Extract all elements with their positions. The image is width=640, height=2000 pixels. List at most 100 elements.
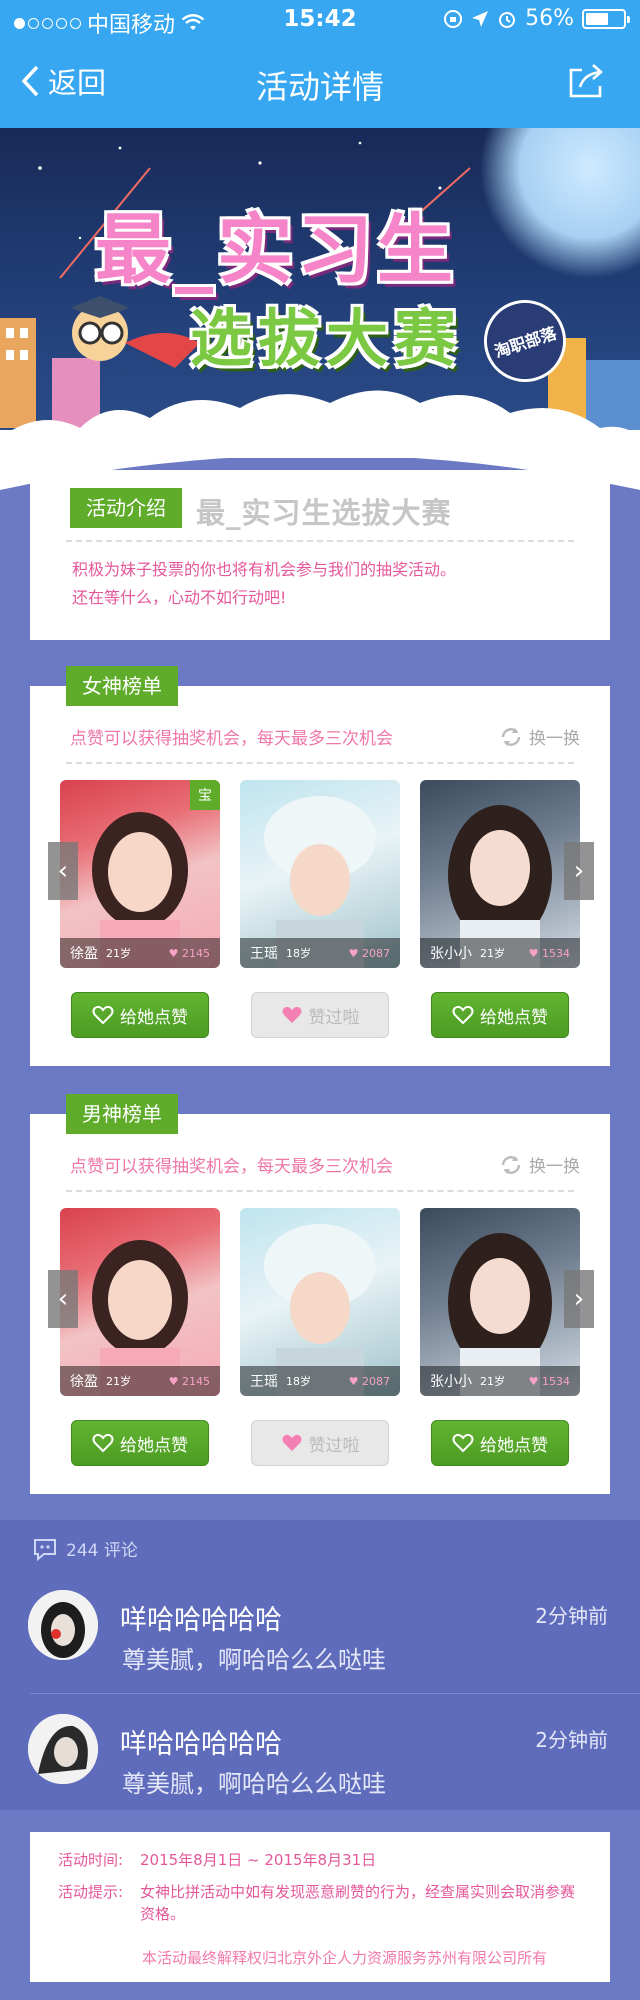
photo-caption: 徐盈 21岁 ♥ 2145 xyxy=(60,938,220,968)
contestant-photo[interactable]: 张小小 21岁 ♥ 1534 xyxy=(420,780,580,968)
rotation-lock-icon xyxy=(444,9,463,28)
like-button[interactable]: 给她点赞 xyxy=(431,1420,569,1466)
like-count: ♥ 2087 xyxy=(348,1374,390,1388)
corner-badge: 宝 xyxy=(190,780,220,810)
like-count-value: 2145 xyxy=(182,1374,210,1388)
divider xyxy=(66,540,574,542)
like-count-value: 2145 xyxy=(182,946,210,960)
intro-title: 最_实习生选拔大赛 xyxy=(196,496,452,530)
like-count-value: 1534 xyxy=(542,1374,570,1388)
divider xyxy=(66,1190,574,1192)
like-button[interactable]: 给她点赞 xyxy=(431,992,569,1038)
like-button[interactable]: 给她点赞 xyxy=(71,1420,209,1466)
liked-button[interactable]: 赞过啦 xyxy=(251,992,389,1038)
intro-line-2: 还在等什么，心动不如行动吧! xyxy=(72,588,287,607)
status-right: 56% xyxy=(443,6,630,31)
activity-time-value: 2015年8月1日 ~ 2015年8月31日 xyxy=(140,1851,377,1869)
like-button-label: 给她点赞 xyxy=(480,1007,548,1028)
male-board-card: 男神榜单 点赞可以获得抽奖机会，每天最多三次机会 换一换 徐盈 21岁 ♥ 2145… xyxy=(30,1094,610,1494)
hero-banner: 最_实习生 选拔大赛 淘职部落 xyxy=(0,128,640,458)
comment-time: 2分钟前 xyxy=(535,1604,608,1628)
liked-button-label: 赞过啦 xyxy=(308,1435,360,1456)
photo-caption: 王瑶 18岁 ♥ 2087 xyxy=(240,938,400,968)
banner-title: 最_实习生 xyxy=(95,205,457,294)
avatar-image xyxy=(28,1714,98,1784)
prev-arrow[interactable]: ‹ xyxy=(48,1270,78,1328)
like-count-value: 1534 xyxy=(542,946,570,960)
avatar xyxy=(28,1590,98,1660)
contestant-age: 21岁 xyxy=(106,947,131,960)
contestant-age: 18岁 xyxy=(286,947,311,960)
next-arrow[interactable]: › xyxy=(564,1270,594,1328)
page-title: 活动详情 xyxy=(255,68,384,106)
contestant-name: 王瑶 xyxy=(250,1374,278,1390)
contestant-photo[interactable]: 王瑶 18岁 ♥ 2087 xyxy=(240,780,400,968)
male-board-tag: 男神榜单 xyxy=(66,1094,178,1134)
refresh-button[interactable]: 换一换 xyxy=(499,1152,580,1177)
contestant-name: 徐盈 xyxy=(70,1374,98,1390)
contestant-photo[interactable]: 宝 徐盈 21岁 ♥ 2145 xyxy=(60,780,220,968)
refresh-button[interactable]: 换一换 xyxy=(499,724,580,749)
photo-caption: 王瑶 18岁 ♥ 2087 xyxy=(240,1366,400,1396)
commenter-name: 咩哈哈哈哈哈 xyxy=(120,1729,282,1760)
contestant-age: 21岁 xyxy=(106,1375,131,1388)
photo-caption: 徐盈 21岁 ♥ 2145 xyxy=(60,1366,220,1396)
refresh-icon xyxy=(501,727,521,746)
heart-icon xyxy=(282,1434,301,1451)
comment-time: 2分钟前 xyxy=(535,1728,608,1752)
status-bar: 中国移动 15:42 56% xyxy=(0,0,640,40)
disclaimer: 本活动最终解释权归北京外企人力资源服务苏州有限公司所有 xyxy=(142,1949,548,1967)
board-hint: 点赞可以获得抽奖机会，每天最多三次机会 xyxy=(70,729,393,749)
activity-tip-value: 女神比拼活动中如有发现恶意刷赞的行为，经查属实则会取消参赛资格。 xyxy=(140,1882,576,1923)
female-board-tag: 女神榜单 xyxy=(66,666,178,706)
refresh-label: 换一换 xyxy=(529,729,580,749)
heart-icon xyxy=(92,1005,114,1025)
contestant-name: 王瑶 xyxy=(250,946,278,962)
photo-caption: 张小小 21岁 ♥ 1534 xyxy=(420,938,580,968)
commenter-name: 咩哈哈哈哈哈 xyxy=(120,1605,282,1636)
like-button-label: 给她点赞 xyxy=(120,1007,188,1028)
refresh-label: 换一换 xyxy=(529,1157,580,1177)
heart-icon xyxy=(92,1433,114,1453)
comment-count: 244 评论 xyxy=(66,1541,138,1561)
contestant-age: 21岁 xyxy=(480,947,505,960)
contestant-photo[interactable]: 徐盈 21岁 ♥ 2145 xyxy=(60,1208,220,1396)
next-arrow[interactable]: › xyxy=(564,842,594,900)
activity-time-row: 活动时间: 2015年8月1日 ~ 2015年8月31日 xyxy=(58,1850,582,1872)
board-hint: 点赞可以获得抽奖机会，每天最多三次机会 xyxy=(70,1157,393,1177)
comment-item[interactable]: 咩哈哈哈哈哈 尊美腻，啊哈哈么么哒哇 2分钟前 xyxy=(0,1572,640,1696)
like-count: ♥ 2145 xyxy=(168,1374,210,1388)
location-icon xyxy=(472,10,489,27)
liked-button-label: 赞过啦 xyxy=(308,1007,360,1028)
heart-icon xyxy=(452,1433,474,1453)
comment-item[interactable]: 咩哈哈哈哈哈 尊美腻，啊哈哈么么哒哇 2分钟前 xyxy=(0,1696,640,1820)
intro-card: 活动介绍 最_实习生选拔大赛 积极为妹子投票的你也将有机会参与我们的抽奖活动。 … xyxy=(30,470,610,640)
comment-text: 尊美腻，啊哈哈么么哒哇 xyxy=(122,1646,386,1674)
like-button-label: 给她点赞 xyxy=(120,1435,188,1456)
activity-tip-row: 活动提示: 女神比拼活动中如有发现恶意刷赞的行为，经查属实则会取消参赛资格。 xyxy=(58,1882,582,1926)
intro-tag: 活动介绍 xyxy=(70,488,182,528)
female-board-card: 女神榜单 点赞可以获得抽奖机会，每天最多三次机会 换一换 宝 徐盈 21岁 ♥ 21… xyxy=(30,666,610,1066)
comment-text: 尊美腻，啊哈哈么么哒哇 xyxy=(122,1770,386,1798)
like-count-value: 2087 xyxy=(362,1374,390,1388)
activity-time-label: 活动时间: xyxy=(58,1851,124,1869)
comments-header: 244 评论 xyxy=(32,1536,138,1561)
alarm-icon xyxy=(499,11,516,28)
like-count: ♥ 1534 xyxy=(528,1374,570,1388)
intro-line-1: 积极为妹子投票的你也将有机会参与我们的抽奖活动。 xyxy=(72,560,457,579)
activity-tip-label: 活动提示: xyxy=(58,1882,124,1901)
like-count: ♥ 2145 xyxy=(168,946,210,960)
contestant-name: 张小小 xyxy=(430,946,472,962)
avatar xyxy=(28,1714,98,1784)
liked-button[interactable]: 赞过啦 xyxy=(251,1420,389,1466)
like-button[interactable]: 给她点赞 xyxy=(71,992,209,1038)
battery-label: 56% xyxy=(525,6,574,31)
contestant-photo[interactable]: 王瑶 18岁 ♥ 2087 xyxy=(240,1208,400,1396)
comment-icon xyxy=(34,1538,56,1561)
divider xyxy=(30,1693,640,1694)
prev-arrow[interactable]: ‹ xyxy=(48,842,78,900)
activity-info-card: 活动时间: 2015年8月1日 ~ 2015年8月31日 活动提示: 女神比拼活… xyxy=(30,1832,610,1982)
contestant-photo[interactable]: 张小小 21岁 ♥ 1534 xyxy=(420,1208,580,1396)
contestant-age: 21岁 xyxy=(480,1375,505,1388)
share-icon[interactable] xyxy=(566,60,606,100)
